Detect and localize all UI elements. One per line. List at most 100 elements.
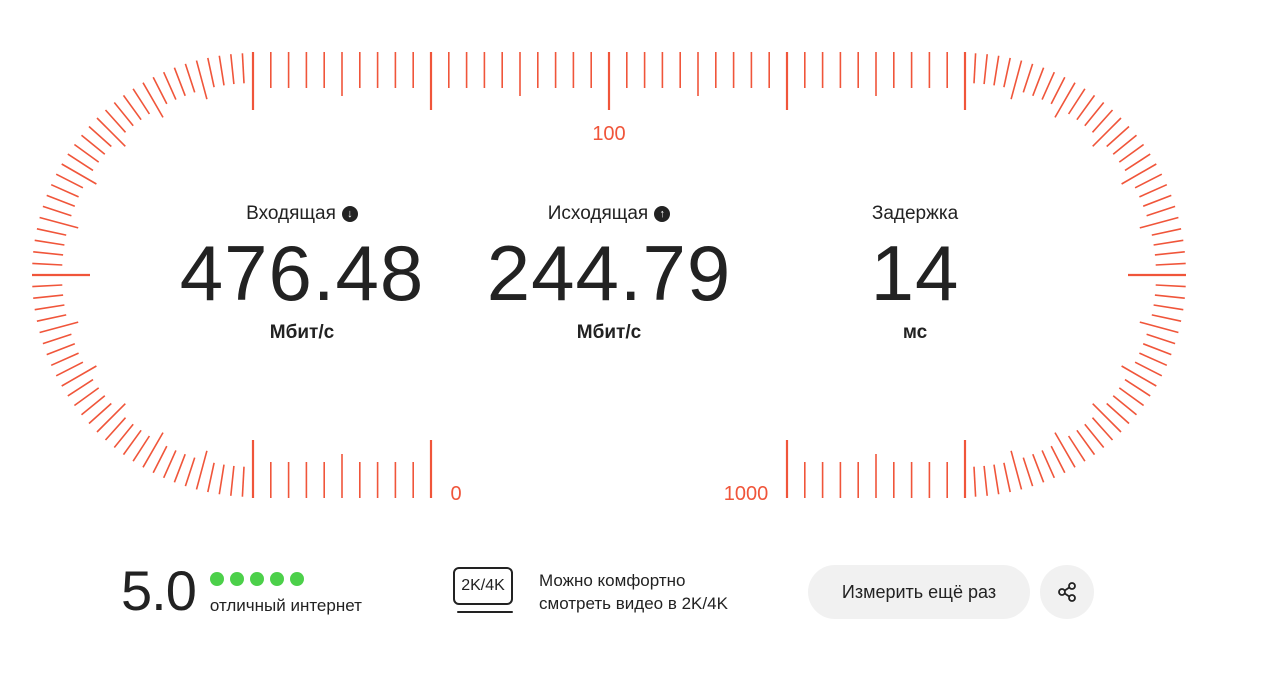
gauge-tick xyxy=(1154,294,1185,299)
video-line-1: Можно комфортно xyxy=(539,571,686,590)
gauge-tick xyxy=(1032,453,1045,483)
gauge-tick xyxy=(61,163,97,185)
gauge-tick xyxy=(1139,321,1179,334)
gauge-tick xyxy=(1092,117,1122,147)
gauge-tick xyxy=(34,239,65,246)
gauge-tick xyxy=(173,67,186,97)
measure-again-button[interactable]: Измерить ещё раз xyxy=(808,565,1030,619)
gauge-tick xyxy=(39,321,79,334)
gauge-tick xyxy=(993,464,1000,495)
gauge-tick xyxy=(983,54,988,85)
ping-value: 14 xyxy=(870,229,960,317)
gauge-tick xyxy=(1054,82,1076,118)
gauge-tick xyxy=(1121,163,1157,185)
gauge-tick xyxy=(1092,403,1122,433)
gauge-tick xyxy=(973,53,977,84)
gauge-tick xyxy=(1155,262,1186,266)
gauge-tick xyxy=(1124,378,1151,397)
gauge-tick xyxy=(195,60,208,100)
tv-stand xyxy=(457,611,513,613)
gauge-tick xyxy=(1146,205,1176,217)
gauge-tick xyxy=(33,294,64,299)
gauge-tick xyxy=(1041,450,1056,479)
video-line-2: смотреть видео в 2K/4K xyxy=(539,594,728,613)
gauge-tick xyxy=(207,462,215,493)
gauge-tick xyxy=(1067,88,1086,115)
gauge-tick xyxy=(1139,183,1168,198)
gauge-tick xyxy=(184,63,196,93)
gauge-tick xyxy=(1050,76,1066,105)
video-badge-label: 2K/4K xyxy=(453,567,513,605)
tv-icon: 2K/4K xyxy=(453,567,519,619)
gauge-tick xyxy=(46,343,76,356)
score-dot xyxy=(289,572,304,586)
gauge-tick xyxy=(1010,60,1023,100)
gauge-tick xyxy=(55,173,84,189)
score-dot xyxy=(249,572,264,586)
score-dot xyxy=(229,572,244,586)
gauge-tick xyxy=(162,71,177,100)
gauge-tick xyxy=(1022,457,1034,487)
score-dot xyxy=(209,572,224,586)
gauge-tick xyxy=(132,435,151,462)
gauge-tick xyxy=(241,53,245,84)
gauge-tick xyxy=(1032,67,1045,97)
score-details: отличный интернет xyxy=(209,572,362,616)
gauge-tick xyxy=(1155,284,1186,288)
ping-label: Задержка xyxy=(871,203,959,224)
gauge-tick xyxy=(1153,239,1184,246)
gauge-tick xyxy=(1054,432,1076,468)
video-quality: 2K/4K Можно комфортно смотреть видео в 2… xyxy=(453,567,728,619)
quality-score: 5.0 отличный интернет xyxy=(121,560,362,622)
gauge-tick xyxy=(973,466,977,497)
gauge-tick xyxy=(1139,216,1179,229)
gauge-tick xyxy=(1003,462,1011,493)
gauge-tick xyxy=(993,55,1000,86)
upload-unit: Мбит/с xyxy=(576,322,642,343)
gauge-tick xyxy=(39,216,79,229)
score-value: 5.0 xyxy=(121,559,197,622)
gauge-tick xyxy=(61,365,97,387)
gauge-tick xyxy=(50,352,79,367)
upload-metric: Исходящая ↑ 244.79 Мбит/с xyxy=(459,200,759,344)
gauge-tick xyxy=(32,284,63,288)
arrow-down-circle-icon: ↓ xyxy=(341,206,358,222)
gauge-tick xyxy=(55,361,84,377)
share-button[interactable] xyxy=(1040,565,1094,619)
gauge-label-0: 0 xyxy=(450,483,461,505)
gauge-tick xyxy=(218,464,225,495)
gauge-tick xyxy=(132,88,151,115)
gauge-tick xyxy=(42,205,72,217)
gauge-tick xyxy=(50,183,79,198)
gauge-tick xyxy=(1153,304,1184,311)
video-description: Можно комфортно смотреть видео в 2K/4K xyxy=(539,569,728,615)
gauge-tick xyxy=(1134,361,1163,377)
score-dot xyxy=(269,572,284,586)
gauge-tick xyxy=(983,465,988,496)
gauge-tick xyxy=(67,153,94,172)
gauge-tick xyxy=(207,57,215,88)
ping-unit: мс xyxy=(902,322,928,343)
gauge-tick xyxy=(162,450,177,479)
score-text: отличный интернет xyxy=(209,596,362,615)
gauge-tick xyxy=(1022,63,1034,93)
gauge-tick xyxy=(173,453,186,483)
upload-label: Исходящая xyxy=(547,203,649,224)
score-dots xyxy=(209,572,362,586)
gauge-tick xyxy=(230,54,235,85)
gauge-tick xyxy=(96,403,126,433)
gauge-tick xyxy=(218,55,225,86)
gauge-tick xyxy=(96,117,126,147)
gauge-tick xyxy=(1142,343,1172,356)
gauge-tick xyxy=(67,378,94,397)
gauge-tick xyxy=(195,450,208,490)
gauge-tick xyxy=(184,457,196,487)
ping-label-row: Задержка xyxy=(872,200,958,228)
gauge-tick xyxy=(1010,450,1023,490)
gauge-tick xyxy=(1003,57,1011,88)
gauge-tick xyxy=(1151,228,1182,236)
ping-metric: Задержка 14 мс xyxy=(765,200,1065,344)
gauge-tick xyxy=(152,76,168,105)
upload-label-row: Исходящая ↑ xyxy=(547,200,671,228)
gauge-tick xyxy=(1146,333,1176,345)
